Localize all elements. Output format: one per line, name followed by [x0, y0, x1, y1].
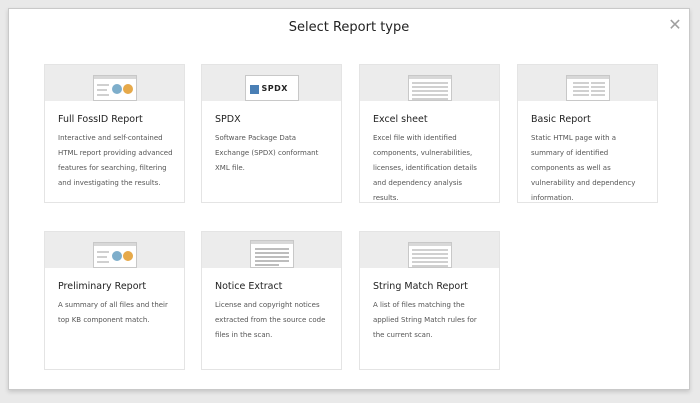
- card-title: Preliminary Report: [58, 281, 147, 292]
- card-title: SPDX: [215, 114, 241, 125]
- card-title: Excel sheet: [373, 114, 428, 125]
- close-icon[interactable]: ✕: [667, 17, 683, 33]
- card-header: [45, 232, 184, 268]
- report-card-basic[interactable]: Basic Report Static HTML page with a sum…: [517, 64, 658, 203]
- report-card-spdx[interactable]: SPDX SPDX Software Package Data Exchange…: [201, 64, 342, 203]
- card-description: A summary of all files and their top KB …: [58, 301, 168, 324]
- string-match-thumbnail-icon: [407, 242, 452, 268]
- card-title: Full FossID Report: [58, 114, 143, 125]
- card-header: [360, 65, 499, 101]
- spdx-logo-text: SPDX: [261, 84, 288, 93]
- card-title: Basic Report: [531, 114, 591, 125]
- spreadsheet-thumbnail-icon: [407, 75, 452, 101]
- card-header: SPDX: [202, 65, 341, 101]
- card-header: [45, 65, 184, 101]
- report-card-full-fossid[interactable]: Full FossID Report Interactive and self-…: [44, 64, 185, 203]
- report-card-string-match[interactable]: String Match Report A list of files matc…: [359, 231, 500, 370]
- report-type-dialog: Select Report type ✕ Full FossID Report …: [8, 8, 690, 390]
- preliminary-report-thumbnail-icon: [92, 242, 137, 268]
- dialog-title: Select Report type: [288, 20, 410, 35]
- card-description: Software Package Data Exchange (SPDX) co…: [215, 134, 319, 172]
- fossid-report-thumbnail-icon: [92, 75, 137, 101]
- basic-report-thumbnail-icon: [565, 75, 610, 101]
- card-header: [518, 65, 657, 101]
- report-card-preliminary[interactable]: Preliminary Report A summary of all file…: [44, 231, 185, 370]
- notice-thumbnail-icon: [249, 240, 294, 268]
- card-description: A list of files matching the applied Str…: [373, 301, 477, 339]
- spdx-logo-icon: SPDX: [244, 75, 299, 101]
- card-description: License and copyright notices extracted …: [215, 301, 326, 339]
- report-card-notice-extract[interactable]: Notice Extract License and copyright not…: [201, 231, 342, 370]
- card-description: Interactive and self-contained HTML repo…: [58, 134, 173, 187]
- card-title: String Match Report: [373, 281, 468, 292]
- card-header: [202, 232, 341, 268]
- card-title: Notice Extract: [215, 281, 283, 292]
- card-description: Excel file with identified components, v…: [373, 134, 477, 202]
- card-header: [360, 232, 499, 268]
- report-card-excel[interactable]: Excel sheet Excel file with identified c…: [359, 64, 500, 203]
- card-description: Static HTML page with a summary of ident…: [531, 134, 636, 202]
